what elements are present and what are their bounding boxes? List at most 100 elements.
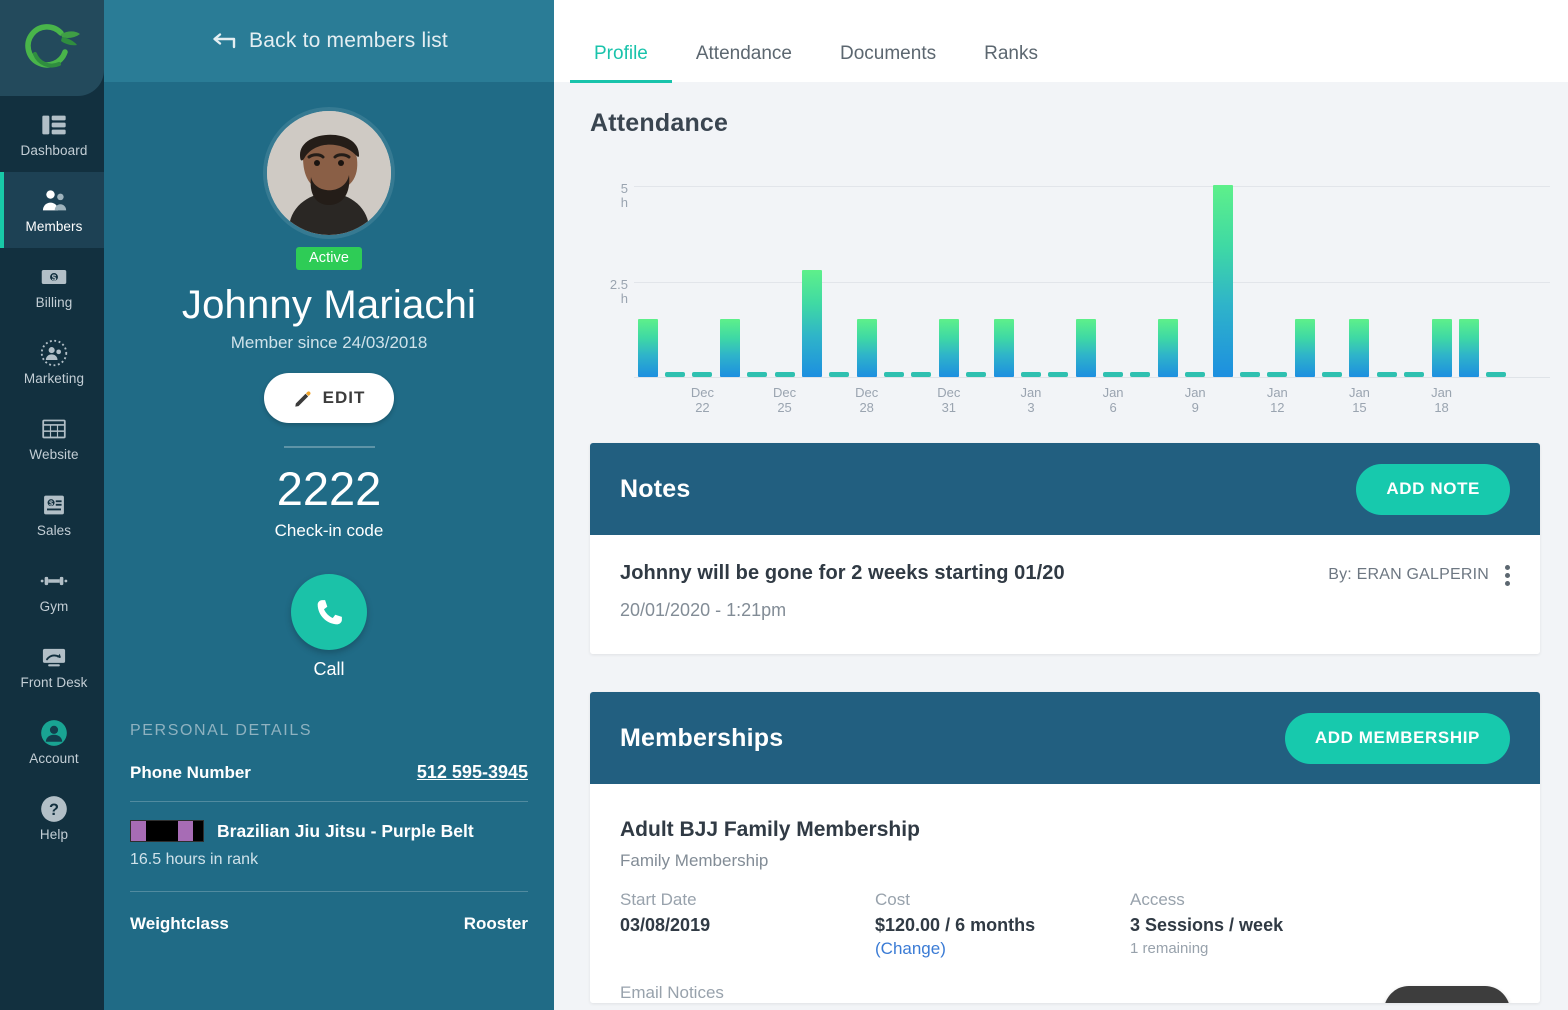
phone-number-value[interactable]: 512 595-3945 [417,762,528,783]
call-button-circle [291,574,367,650]
chart-bar[interactable] [856,319,877,377]
notes-card-header: Notes ADD NOTE [590,443,1540,535]
front-desk-icon [42,648,66,667]
membership-access: Access 3 Sessions / week 1 remaining [1130,890,1430,959]
status-badge: Active [295,247,363,270]
sales-icon: $ [44,495,64,515]
chart-y-tick-label: 2.5 h [609,277,628,307]
tab-profile[interactable]: Profile [570,43,672,83]
start-date-label: Start Date [620,890,697,909]
sidebar-item-label: Billing [35,294,73,310]
chart-bar[interactable] [1212,185,1233,377]
checkin-code-label: Check-in code [274,521,384,540]
checkin-code-value: 2222 [276,462,382,515]
sidebar-item-label: Marketing [23,370,85,386]
membership-item: Adult BJJ Family Membership Family Membe… [590,784,1540,1003]
access-label: Access [1130,890,1185,909]
chart-x-tick-label: Jan 9 [1184,385,1206,415]
attendance-heading: Attendance [590,109,729,137]
chart-y-axis: 5 h 2.5 h [590,163,628,378]
chart-x-tick-label: Jan 15 [1348,385,1370,415]
sidebar-item-label: Dashboard [20,142,88,158]
note-item: Johnny will be gone for 2 weeks starting… [590,535,1540,654]
chart-bar[interactable] [1075,319,1096,377]
chart-bar[interactable] [993,319,1014,377]
sidebar: Dashboard Members $ Billing Marketing We… [0,0,104,1010]
attendance-chart: 5 h 2.5 h Dec 22 Dec 25 Dec 28 Dec 31 Jan 3 Ja… [590,163,1568,433]
chart-bar[interactable] [1431,319,1452,377]
svg-text:?: ? [49,801,59,819]
memberships-card: Memberships ADD MEMBERSHIP Adult BJJ Fam… [590,692,1540,1003]
sidebar-item-label: Gym [39,598,69,614]
sidebar-item-front-desk[interactable]: Front Desk [0,628,104,704]
sidebar-item-label: Help [39,826,69,842]
sidebar-item-gym[interactable]: Gym [0,552,104,628]
rank-row: Brazilian Jiu Jitsu - Purple Belt 16.5 h… [130,802,528,877]
memberships-card-body: Adult BJJ Family Membership Family Membe… [590,784,1540,1003]
cost-value: $120.00 / 6 months [875,915,1036,935]
sidebar-item-members[interactable]: Members [0,172,104,248]
chart-bar[interactable] [1349,319,1370,377]
pencil-icon [294,390,311,407]
chart-bar[interactable] [938,319,959,377]
change-cost-link[interactable]: (Change) [875,939,1130,959]
chart-y-tick-label: 5 h [620,181,628,211]
sidebar-item-help[interactable]: ? Help [0,780,104,856]
edit-button[interactable]: EDIT [263,373,395,423]
chart-bar[interactable] [637,319,658,377]
sidebar-nav: Dashboard Members $ Billing Marketing We… [0,96,104,856]
member-panel: Back to members list Active Johnny Maria… [104,0,554,1010]
phone-number-row: Phone Number 512 595-3945 [130,740,528,801]
belt-icon [130,820,204,842]
access-value: 3 Sessions / week [1130,915,1284,935]
main-content: Profile Attendance Documents Ranks Atten… [554,0,1568,1010]
notes-card-body: Johnny will be gone for 2 weeks starting… [590,535,1540,654]
chart-bar[interactable] [1458,319,1479,377]
sidebar-item-website[interactable]: Website [0,400,104,476]
tab-ranks[interactable]: Ranks [960,43,1062,83]
logo[interactable] [0,0,104,96]
start-date-value: 03/08/2019 [620,915,711,935]
weightclass-value: Rooster [463,914,528,933]
tab-bar: Profile Attendance Documents Ranks [554,0,1568,83]
member-summary: Active Johnny Mariachi Member since 24/0… [104,82,554,1010]
add-membership-button[interactable]: ADD MEMBERSHIP [1284,712,1510,764]
chart-x-axis: Dec 22 Dec 25 Dec 28 Dec 31 Jan 3 Jan 6 Jan 9 J… [634,385,1550,425]
membership-cost: Cost $120.00 / 6 months (Change) [875,890,1130,959]
chart-bars [634,163,1550,377]
sidebar-item-label: Website [29,446,79,462]
sidebar-item-marketing[interactable]: Marketing [0,324,104,400]
avatar-photo-icon [267,111,391,235]
note-menu-icon[interactable] [1505,565,1510,587]
dashboard-icon [42,115,66,135]
chart-bar[interactable] [719,319,740,377]
avatar [267,111,391,235]
chart-plot [634,163,1550,378]
divider [283,446,375,448]
page-title: Johnny Mariachi [181,283,477,327]
chart-baseline [634,377,1550,378]
call-button[interactable]: Call [291,574,367,680]
account-icon [41,719,67,746]
sidebar-item-account[interactable]: Account [0,704,104,780]
memberships-card-header: Memberships ADD MEMBERSHIP [590,692,1540,784]
membership-start-date: Start Date 03/08/2019 [620,890,875,959]
tab-attendance[interactable]: Attendance [672,43,816,83]
sidebar-item-dashboard[interactable]: Dashboard [0,96,104,172]
back-to-members-list-button[interactable]: Back to members list [104,0,554,82]
tab-documents[interactable]: Documents [816,43,960,83]
chart-bar[interactable] [801,269,822,377]
leaf-ring-logo-icon [25,24,80,68]
note-author: By: ERAN GALPERIN [1328,566,1489,583]
help-icon: ? [41,795,67,822]
chart-bar[interactable] [1294,319,1315,377]
add-note-button[interactable]: ADD NOTE [1356,463,1510,515]
note-date: 20/01/2020 - 1:21pm [620,600,787,620]
back-arrow-icon [213,33,236,49]
personal-details-title: PERSONAL DETAILS [130,722,313,739]
cancel-membership-button[interactable]: CANCEL [1383,986,1510,1003]
chart-bar[interactable] [1157,319,1178,377]
svg-text:$: $ [52,273,57,282]
sidebar-item-billing[interactable]: $ Billing [0,248,104,324]
sidebar-item-sales[interactable]: $ Sales [0,476,104,552]
